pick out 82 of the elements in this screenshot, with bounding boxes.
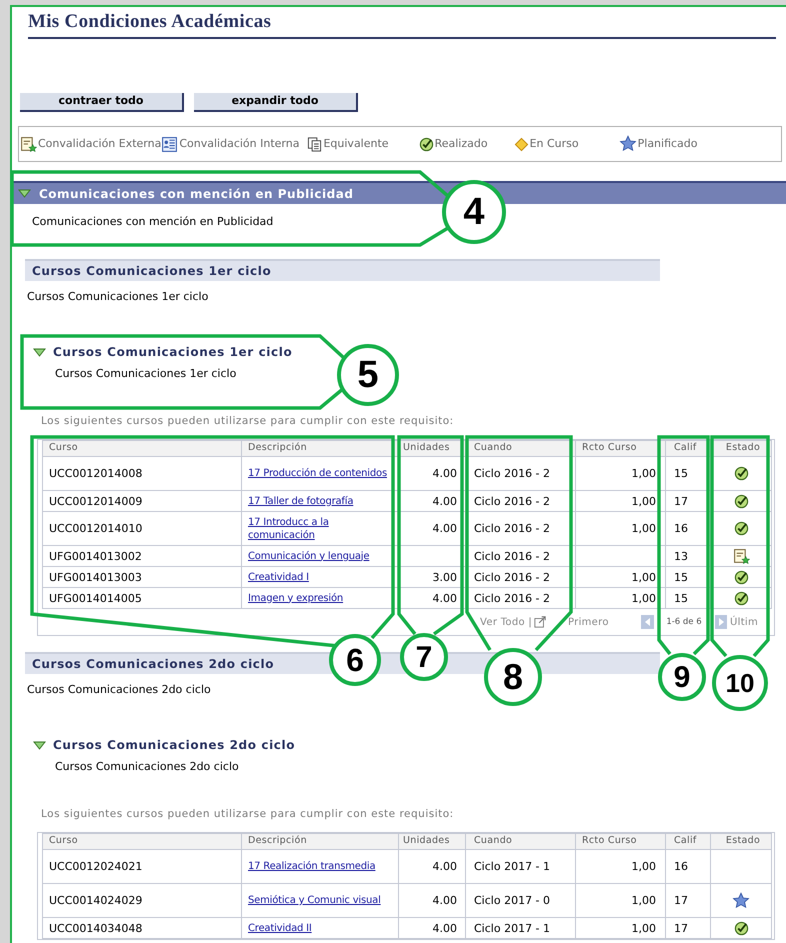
table-cell: UCC0012014010 [42,512,242,546]
legend-label: Convalidación Interna [179,136,300,152]
table-cell: Ciclo 2017 - 1 [466,918,576,938]
table-cell: 1,00 [632,494,656,508]
table-cell: 4.00 [432,522,457,535]
table-cell: UCC0012014009 [42,490,242,512]
column-header: Rcto Curso [576,440,666,456]
column-header: Unidades [398,834,466,850]
new-window-icon[interactable] [534,616,546,628]
column-header: Curso [42,440,242,456]
first-link[interactable]: Primero [568,614,609,630]
column-header: Cuando [466,834,576,850]
table-cell: 3.00 [432,570,457,584]
table-cell: 4.00 [432,494,457,508]
table-cell: 1,00 [632,894,656,907]
column-header: Descripción [242,440,398,456]
table-cell: UCC0012014008 [42,456,242,490]
table-cell: 16 [666,512,710,546]
left-arrow-icon [644,618,650,626]
subgroup-title: Cursos Comunicaciones 2do ciclo [53,737,296,754]
documents-icon [307,136,322,152]
table-cell: 4.00 [432,894,457,907]
collapse-triangle-icon[interactable] [33,740,46,750]
table-cell: 1,00 [632,860,656,873]
table-cell: 1,00 [632,522,656,535]
group-header: Cursos Comunicaciones 1er ciclo [25,259,660,281]
collapse-triangle-icon[interactable] [18,189,31,198]
table-cell: Ciclo 2017 - 1 [466,850,576,884]
column-header: Calif [666,834,710,850]
table-cell: UCC0014024029 [42,884,242,918]
table-cell: 1,00 [632,467,656,480]
toolbar-button[interactable]: expandir todo [194,93,358,112]
table-cell: 15 [666,456,710,490]
table-caption: Los siguientes cursos pueden utilizarse para cumplir con este requisito: [41,415,454,428]
column-header: Unidades [398,440,466,456]
table-cell: 1,00 [632,922,656,934]
group-description: Cursos Comunicaciones 2do ciclo [27,682,211,698]
table-cell: 16 [666,850,710,884]
table-cell: Ciclo 2017 - 0 [466,884,576,918]
table-cell: 4.00 [432,922,457,934]
table-cell: 15 [666,566,710,588]
requirement-title: Comunicaciones con mención en Publicidad [39,186,354,202]
legend-label: Realizado [434,136,488,152]
table-cell: 17 [666,884,710,918]
table-cell: UFG0014014005 [42,588,242,608]
page-title: Mis Condiciones Académicas [28,10,272,34]
table-caption: Los siguientes cursos pueden utilizarse para cumplir con este requisito: [41,808,454,821]
star-icon [618,135,637,153]
page-range: 1-6 de 6 [666,616,702,628]
column-header: Estado [710,834,772,850]
table-cell: 4.00 [432,592,457,604]
subgroup-title: Cursos Comunicaciones 1er ciclo [53,344,292,361]
legend-label: Planificado [638,136,698,152]
subgroup-description: Cursos Comunicaciones 2do ciclo [55,758,239,775]
legend-label: Convalidación Externa [38,136,162,152]
column-header: Curso [42,834,242,850]
toolbar-button[interactable]: contraer todo [20,93,184,112]
table-cell: 15 [666,588,710,608]
table-cell: 17 [666,490,710,512]
table-cell: 17 [666,918,710,938]
diamond-icon [514,136,529,152]
collapse-triangle-icon[interactable] [33,348,46,356]
document-star-icon [20,136,37,152]
table-cell: 4.00 [432,860,457,873]
table-cell: 13 [666,546,710,566]
table-cell: 4.00 [432,467,457,480]
group-description: Cursos Comunicaciones 1er ciclo [27,288,208,305]
table-cell: UCC0014034048 [42,918,242,938]
right-arrow-icon [718,618,724,626]
table-cell: 1,00 [632,570,656,584]
column-header: Rcto Curso [576,834,666,850]
column-header: Descripción [242,834,398,850]
table-cell: UCC0012024021 [42,850,242,884]
table-cell: 1,00 [632,592,656,604]
legend-label: En Curso [530,136,579,152]
requirement-description: Comunicaciones con mención en Publicidad [32,214,274,230]
legend-label: Equivalente [323,136,389,152]
table-cell: UFG0014013002 [42,546,242,566]
document-person-icon [161,136,178,152]
table-cell: UFG0014013003 [42,566,242,588]
subgroup-description: Cursos Comunicaciones 1er ciclo [55,366,236,382]
check-icon [418,136,434,152]
